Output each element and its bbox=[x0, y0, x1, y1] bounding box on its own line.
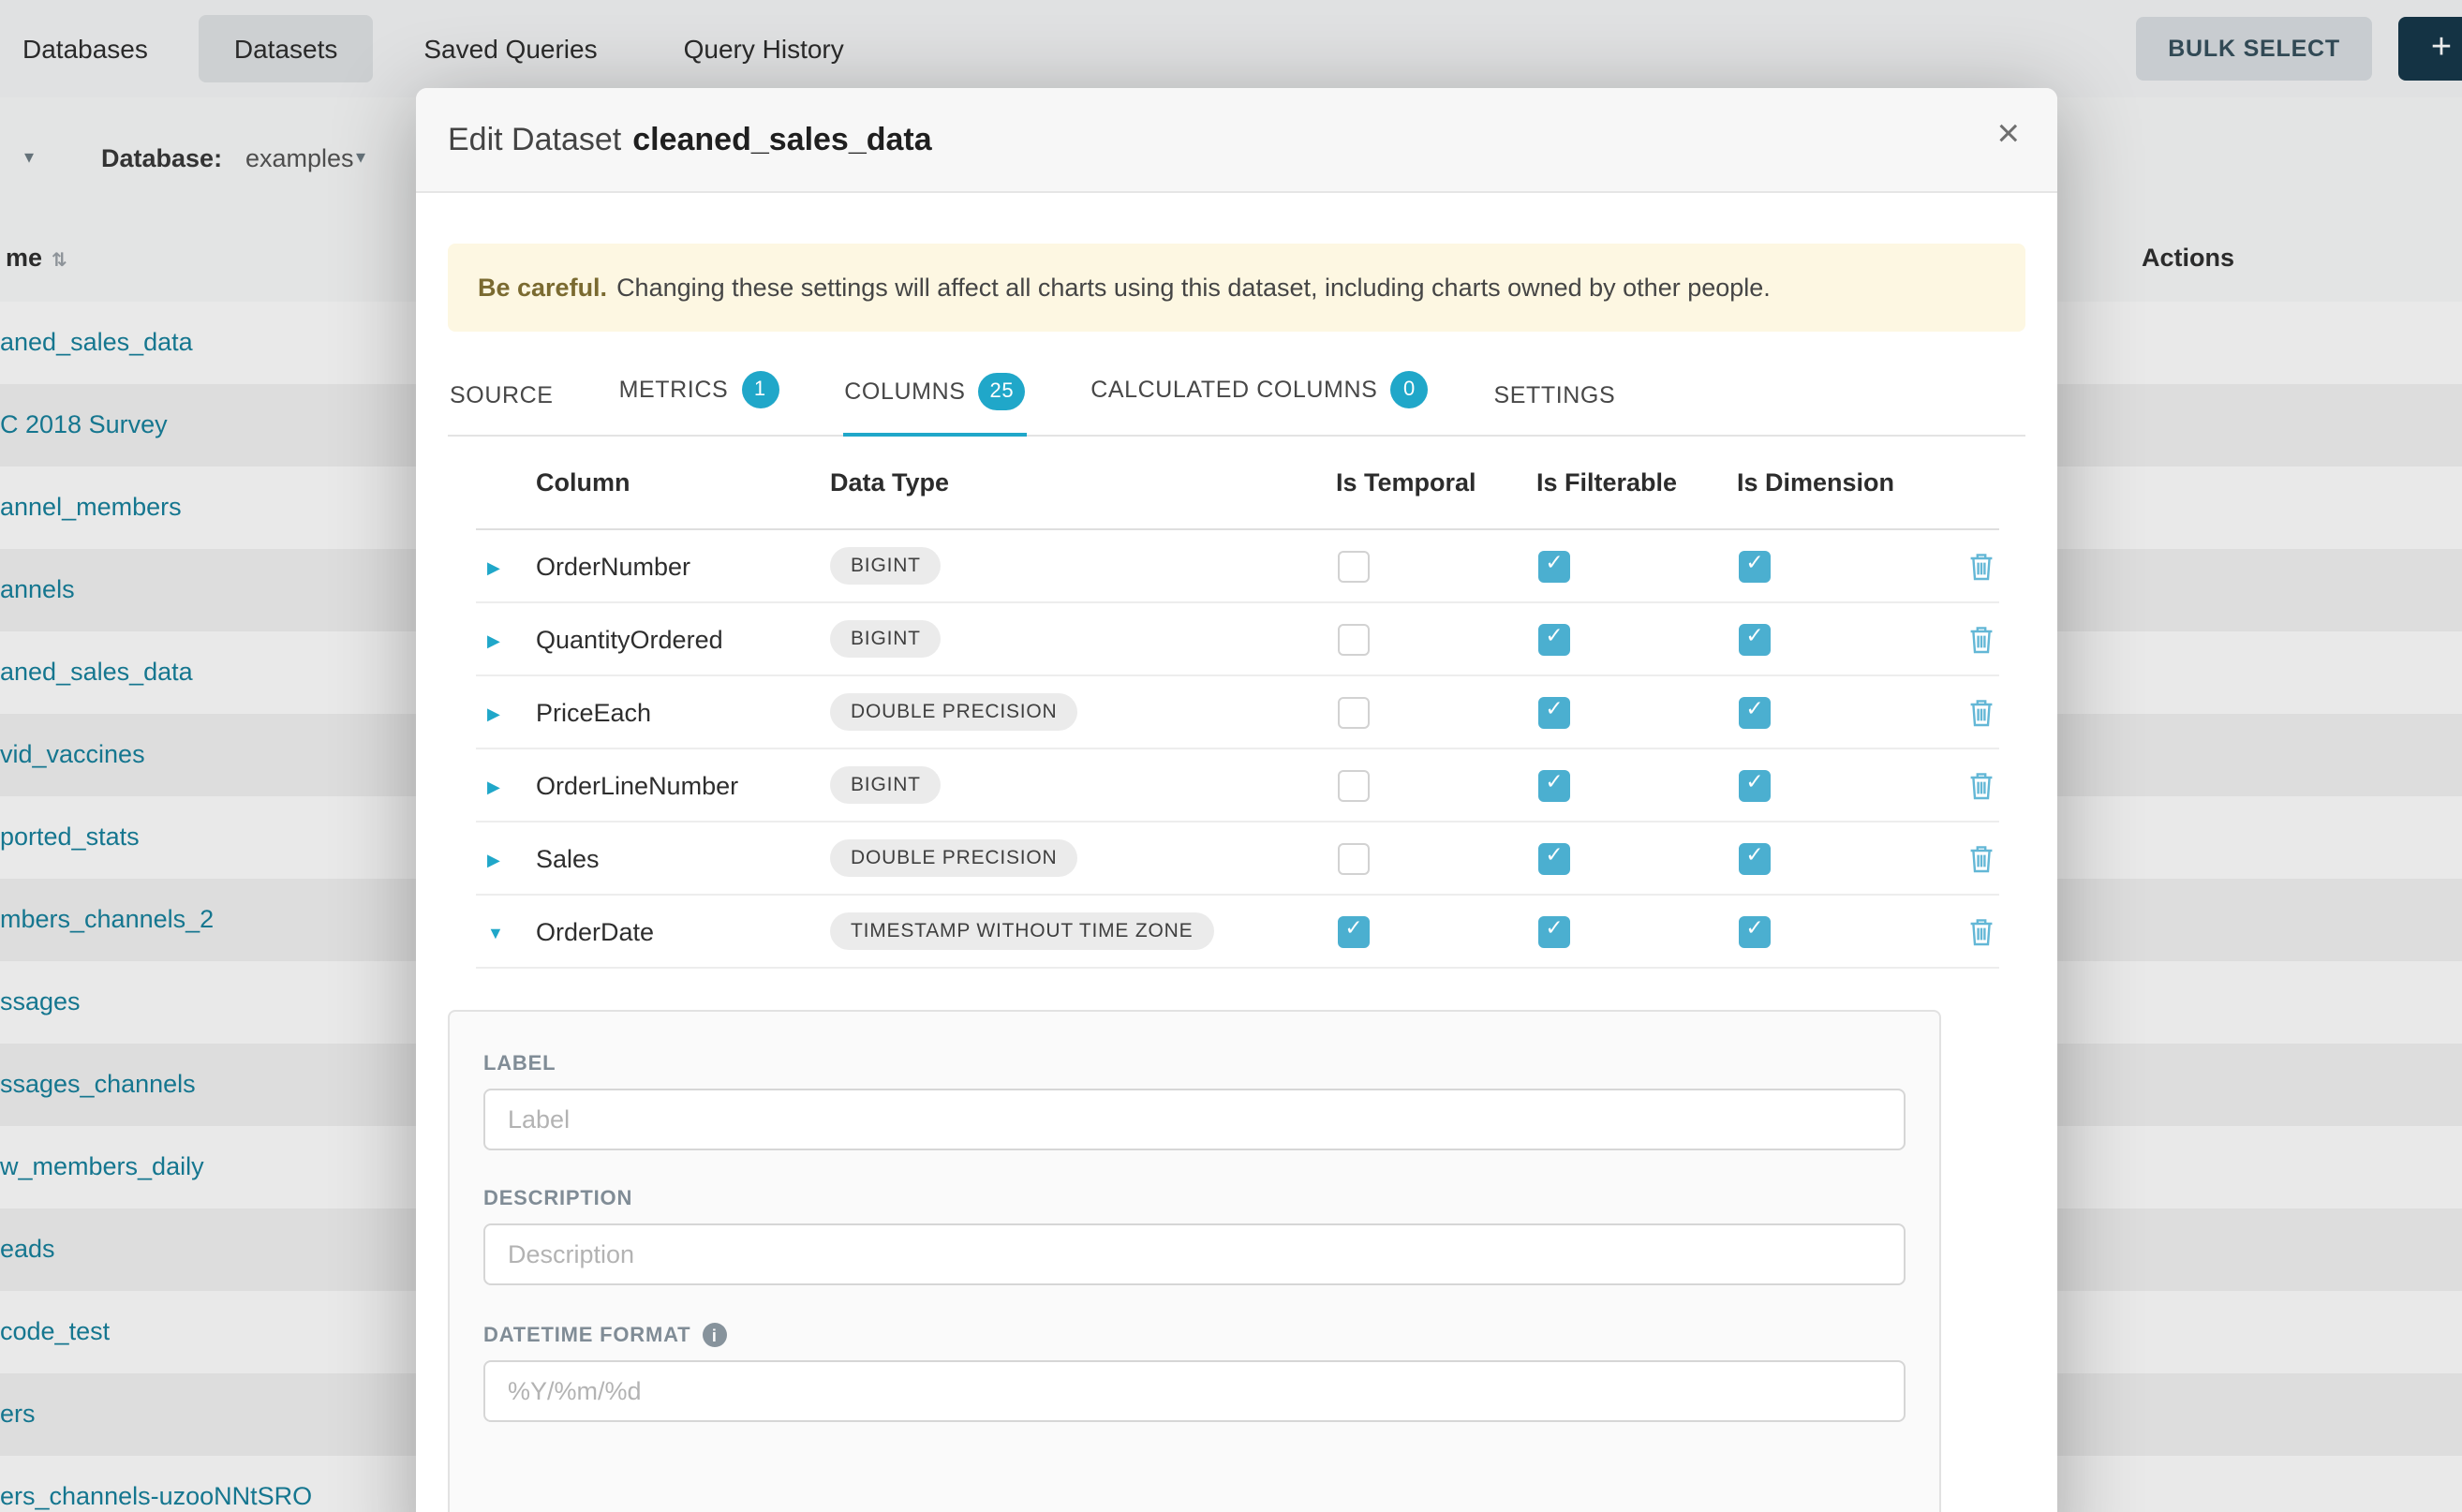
modal-title-dataset-name: cleaned_sales_data bbox=[632, 121, 931, 158]
collapse-caret-icon[interactable] bbox=[487, 924, 504, 942]
expand-caret-icon[interactable] bbox=[487, 631, 500, 652]
delete-column-icon[interactable] bbox=[1969, 844, 1994, 872]
is-temporal-header: Is Temporal bbox=[1336, 468, 1536, 497]
warning-bold-text: Be careful. bbox=[478, 274, 607, 302]
columns-table-body: OrderNumberBIGINTQuantityOrderedBIGINTPr… bbox=[476, 530, 1999, 969]
columns-table-header: Column Data Type Is Temporal Is Filterab… bbox=[476, 437, 1999, 530]
is-filterable-checkbox[interactable] bbox=[1538, 842, 1570, 874]
column-row: OrderLineNumberBIGINT bbox=[476, 749, 1999, 823]
modal-body: Be careful. Changing these settings will… bbox=[416, 244, 2057, 1512]
is-temporal-checkbox[interactable] bbox=[1338, 769, 1370, 801]
tab-count-badge: 1 bbox=[741, 371, 779, 408]
expand-caret-icon[interactable] bbox=[487, 704, 500, 725]
delete-column-icon[interactable] bbox=[1969, 625, 1994, 653]
warning-banner: Be careful. Changing these settings will… bbox=[448, 244, 2025, 332]
is-dimension-checkbox[interactable] bbox=[1739, 915, 1771, 947]
column-name: PriceEach bbox=[536, 698, 830, 726]
is-temporal-checkbox[interactable] bbox=[1338, 623, 1370, 655]
info-icon[interactable] bbox=[702, 1323, 726, 1347]
field-label: DATETIME FORMAT bbox=[483, 1324, 690, 1346]
field-label: LABEL bbox=[483, 1053, 556, 1075]
form-field: LABEL bbox=[483, 1053, 1906, 1150]
delete-column-icon[interactable] bbox=[1969, 771, 1994, 799]
is-dimension-checkbox[interactable] bbox=[1739, 550, 1771, 582]
expand-caret-icon[interactable] bbox=[487, 558, 500, 579]
tab-count-badge: 25 bbox=[979, 373, 1026, 410]
modal-tabs: SOURCE METRICS 1 COLUMNS 25 CALCULATED COLUMN… bbox=[448, 343, 2025, 437]
modal-title: Edit Dataset bbox=[448, 121, 621, 158]
data-type-header: Data Type bbox=[830, 468, 1336, 497]
column-row: OrderNumberBIGINT bbox=[476, 530, 1999, 603]
is-filterable-checkbox[interactable] bbox=[1538, 915, 1570, 947]
is-temporal-checkbox[interactable] bbox=[1338, 696, 1370, 728]
data-type-pill: DOUBLE PRECISION bbox=[830, 839, 1078, 877]
is-temporal-checkbox[interactable] bbox=[1338, 915, 1370, 947]
column-row: SalesDOUBLE PRECISION bbox=[476, 823, 1999, 896]
tab-columns[interactable]: COLUMNS 25 bbox=[842, 345, 1027, 437]
is-filterable-checkbox[interactable] bbox=[1538, 696, 1570, 728]
column-row: QuantityOrderedBIGINT bbox=[476, 603, 1999, 676]
tab-source[interactable]: SOURCE bbox=[448, 354, 556, 435]
is-filterable-checkbox[interactable] bbox=[1538, 623, 1570, 655]
datetime-format-input[interactable] bbox=[483, 1360, 1906, 1422]
is-temporal-checkbox[interactable] bbox=[1338, 842, 1370, 874]
is-filterable-checkbox[interactable] bbox=[1538, 769, 1570, 801]
data-type-pill: TIMESTAMP WITHOUT TIME ZONE bbox=[830, 912, 1213, 950]
tab-metrics[interactable]: METRICS 1 bbox=[617, 343, 781, 435]
column-name: Sales bbox=[536, 844, 830, 872]
column-row: OrderDateTIMESTAMP WITHOUT TIME ZONE bbox=[476, 896, 1999, 969]
tab-label: SOURCE bbox=[450, 382, 554, 408]
column-header: Column bbox=[536, 468, 830, 497]
delete-column-icon[interactable] bbox=[1969, 552, 1994, 580]
column-detail-panel: LABEL DESCRIPTION DATETIME FORMAT bbox=[448, 1010, 1941, 1512]
is-filterable-checkbox[interactable] bbox=[1538, 550, 1570, 582]
tab-label: METRICS bbox=[619, 377, 729, 403]
column-name: OrderNumber bbox=[536, 552, 830, 580]
columns-table: Column Data Type Is Temporal Is Filterab… bbox=[476, 437, 1999, 969]
form-field: DATETIME FORMAT bbox=[483, 1323, 1906, 1422]
tab-label: CALCULATED COLUMNS bbox=[1090, 377, 1377, 403]
modal-header: Edit Dataset cleaned_sales_data × bbox=[416, 88, 2057, 193]
form-field: DESCRIPTION bbox=[483, 1188, 1906, 1285]
is-dimension-checkbox[interactable] bbox=[1739, 696, 1771, 728]
column-row: PriceEachDOUBLE PRECISION bbox=[476, 676, 1999, 749]
expand-caret-icon[interactable] bbox=[487, 778, 500, 798]
column-name: OrderLineNumber bbox=[536, 771, 830, 799]
app-viewport: DatabasesDatasetsSaved QueriesQuery Hist… bbox=[0, 0, 2462, 1512]
tab-label: COLUMNS bbox=[844, 378, 965, 405]
label-input[interactable] bbox=[483, 1089, 1906, 1150]
is-dimension-checkbox[interactable] bbox=[1739, 623, 1771, 655]
data-type-pill: BIGINT bbox=[830, 620, 942, 658]
is-dimension-checkbox[interactable] bbox=[1739, 769, 1771, 801]
delete-column-icon[interactable] bbox=[1969, 917, 1994, 945]
data-type-pill: BIGINT bbox=[830, 766, 942, 804]
is-filterable-header: Is Filterable bbox=[1536, 468, 1737, 497]
column-name: OrderDate bbox=[536, 917, 830, 945]
description-input[interactable] bbox=[483, 1223, 1906, 1285]
close-icon[interactable]: × bbox=[1996, 114, 2020, 154]
tab-calculated-columns[interactable]: CALCULATED COLUMNS 0 bbox=[1089, 343, 1430, 435]
tab-label: SETTINGS bbox=[1493, 382, 1615, 408]
is-dimension-checkbox[interactable] bbox=[1739, 842, 1771, 874]
warning-text: Changing these settings will affect all … bbox=[616, 274, 1771, 302]
data-type-pill: DOUBLE PRECISION bbox=[830, 693, 1078, 731]
expand-caret-icon[interactable] bbox=[487, 851, 500, 871]
data-type-pill: BIGINT bbox=[830, 547, 942, 585]
is-temporal-checkbox[interactable] bbox=[1338, 550, 1370, 582]
edit-dataset-modal: Edit Dataset cleaned_sales_data × Be car… bbox=[416, 88, 2057, 1512]
column-name: QuantityOrdered bbox=[536, 625, 830, 653]
field-label: DESCRIPTION bbox=[483, 1188, 632, 1210]
is-dimension-header: Is Dimension bbox=[1737, 468, 1964, 497]
tab-count-badge: 0 bbox=[1390, 371, 1428, 408]
tab-settings[interactable]: SETTINGS bbox=[1491, 354, 1617, 435]
delete-column-icon[interactable] bbox=[1969, 698, 1994, 726]
